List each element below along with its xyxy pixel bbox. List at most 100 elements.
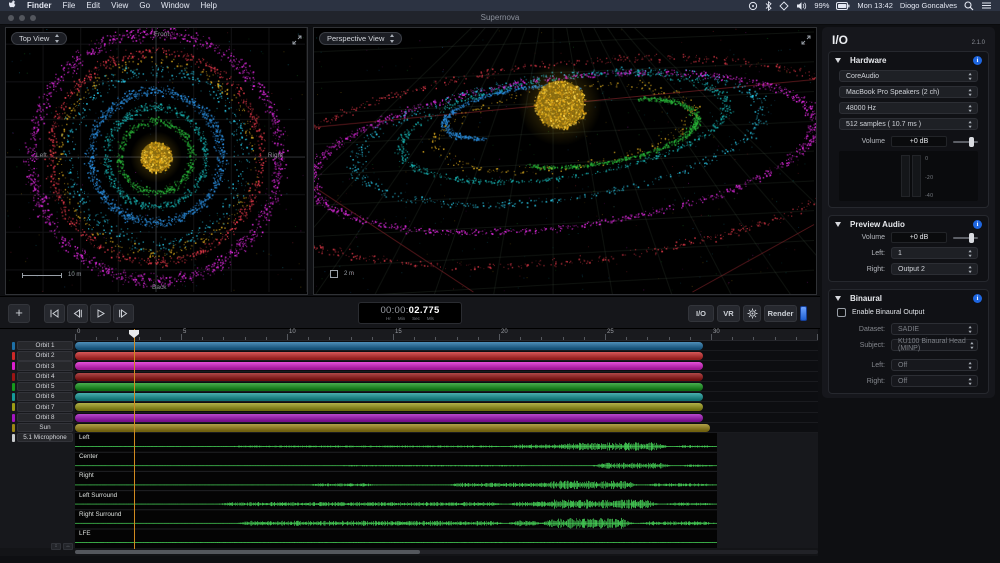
menu-bar-clock[interactable]: Mon 13:42: [857, 1, 892, 10]
timeline-ruler[interactable]: 051015202530: [75, 329, 818, 341]
spotlight-icon[interactable]: [964, 1, 974, 11]
track-name-orbit-5[interactable]: Orbit 5: [17, 382, 73, 391]
horizontal-zoom-button[interactable]: ↔: [63, 543, 73, 550]
track-bar-orbit-5[interactable]: [75, 383, 703, 391]
track-color-chip: [12, 342, 15, 350]
audio-device-select[interactable]: MacBook Pro Speakers (2 ch): [839, 86, 978, 98]
vertical-zoom-button[interactable]: ↕: [51, 543, 61, 550]
track-row: [75, 382, 818, 392]
track-name-5-1-microphone[interactable]: 5.1 Microphone: [17, 433, 73, 442]
bluetooth-icon[interactable]: [765, 1, 772, 11]
ruler-tick: [202, 337, 203, 340]
sample-rate-select[interactable]: 48000 Hz: [839, 102, 978, 114]
track-rows-area: [75, 341, 818, 433]
preview-volume-slider[interactable]: [953, 233, 978, 243]
track-header-row: Orbit 2: [0, 351, 75, 361]
buffer-size-select[interactable]: 512 samples ( 10.7 ms ): [839, 118, 978, 130]
track-color-chip: [12, 373, 15, 381]
control-center-icon[interactable]: [981, 1, 992, 10]
collapse-triangle-icon[interactable]: [835, 58, 841, 63]
track-name-sun[interactable]: Sun: [17, 423, 73, 432]
slider-thumb[interactable]: [969, 137, 974, 147]
play-button[interactable]: [90, 304, 111, 323]
perspective-canvas[interactable]: [314, 28, 816, 294]
track-bar-sun[interactable]: [75, 424, 710, 432]
ruler-tick: [414, 337, 415, 340]
track-name-orbit-6[interactable]: Orbit 6: [17, 392, 73, 401]
menu-bar-user[interactable]: Diogo Goncalves: [900, 1, 957, 10]
track-bar-orbit-2[interactable]: [75, 352, 703, 360]
track-bar-orbit-8[interactable]: [75, 414, 703, 422]
scrollbar-thumb[interactable]: [75, 550, 420, 554]
hardware-volume-slider[interactable]: [953, 137, 978, 147]
menu-view[interactable]: View: [111, 1, 128, 10]
menu-go[interactable]: Go: [139, 1, 150, 10]
track-bar-orbit-6[interactable]: [75, 393, 703, 401]
ruler-tick: [711, 334, 712, 340]
playhead[interactable]: [134, 329, 135, 549]
audio-driver-select[interactable]: CoreAudio: [839, 70, 978, 82]
menu-finder[interactable]: Finder: [27, 1, 51, 10]
track-name-orbit-3[interactable]: Orbit 3: [17, 361, 73, 370]
go-to-start-button[interactable]: [44, 304, 65, 323]
track-name-orbit-1[interactable]: Orbit 1: [17, 341, 73, 350]
menu-help[interactable]: Help: [200, 1, 216, 10]
track-bar-orbit-4[interactable]: [75, 373, 703, 381]
track-bar-orbit-3[interactable]: [75, 362, 703, 370]
channel-label-lfe: LFE: [79, 530, 91, 537]
volume-icon[interactable]: [796, 1, 807, 11]
track-name-orbit-2[interactable]: Orbit 2: [17, 351, 73, 360]
diamond-icon[interactable]: [779, 1, 789, 11]
axis-label-right: Right: [268, 152, 283, 159]
menu-window[interactable]: Window: [161, 1, 189, 10]
channel-label-right: Right: [79, 472, 94, 479]
top-view-canvas[interactable]: [6, 28, 307, 294]
track-name-orbit-8[interactable]: Orbit 8: [17, 413, 73, 422]
info-icon[interactable]: i: [973, 220, 982, 229]
track-name-orbit-7[interactable]: Orbit 7: [17, 402, 73, 411]
horizontal-scrollbar[interactable]: [75, 550, 818, 554]
enable-binaural-checkbox[interactable]: [837, 308, 846, 317]
preview-right-label: Right:: [839, 266, 885, 273]
menu-edit[interactable]: Edit: [86, 1, 100, 10]
vr-button[interactable]: VR: [717, 305, 740, 322]
ruler-tick: [223, 337, 224, 340]
step-forward-button[interactable]: [113, 304, 134, 323]
collapse-triangle-icon[interactable]: [835, 296, 841, 301]
collapse-triangle-icon[interactable]: [835, 222, 841, 227]
ruler-tick: [499, 334, 500, 340]
time-machine-icon[interactable]: [748, 1, 758, 11]
track-bar-orbit-7[interactable]: [75, 403, 703, 411]
expand-viewport-icon[interactable]: [801, 32, 811, 50]
info-icon[interactable]: i: [973, 56, 982, 65]
perspective-selector[interactable]: Perspective View: [319, 32, 402, 45]
waveform-canvas[interactable]: [75, 433, 717, 548]
ruler-tick: [669, 337, 670, 340]
render-button[interactable]: Render: [764, 305, 797, 322]
subject-select[interactable]: KU100 Binaural Head (MINP): [891, 339, 978, 351]
preview-right-select[interactable]: Output 2: [891, 263, 978, 275]
battery-icon[interactable]: [836, 2, 850, 10]
preview-left-select[interactable]: 1: [891, 247, 978, 259]
dataset-select[interactable]: SADIE: [891, 323, 978, 335]
step-back-button[interactable]: [67, 304, 88, 323]
track-bar-orbit-1[interactable]: [75, 342, 703, 350]
output-level-meter: [839, 151, 978, 201]
expand-viewport-icon[interactable]: [292, 32, 302, 50]
info-icon[interactable]: i: [973, 294, 982, 303]
track-header-row: 5.1 Microphone: [0, 433, 75, 443]
apple-icon[interactable]: [9, 0, 17, 11]
track-name-orbit-4[interactable]: Orbit 4: [17, 372, 73, 381]
top-view-selector[interactable]: Top View: [11, 32, 67, 45]
binaural-right-select[interactable]: Off: [891, 375, 978, 387]
io-button[interactable]: I/O: [688, 305, 714, 322]
menu-file[interactable]: File: [62, 1, 75, 10]
binaural-left-select[interactable]: Off: [891, 359, 978, 371]
timecode-display[interactable]: 00:00:02.775 HrMinSecMls: [358, 302, 462, 324]
settings-gear-button[interactable]: [743, 305, 761, 322]
slider-thumb[interactable]: [969, 233, 974, 243]
preview-volume-value[interactable]: +0 dB: [891, 232, 947, 243]
add-track-button[interactable]: +: [8, 304, 30, 323]
hardware-volume-value[interactable]: +0 dB: [891, 136, 947, 147]
ruler-tick: [266, 337, 267, 340]
